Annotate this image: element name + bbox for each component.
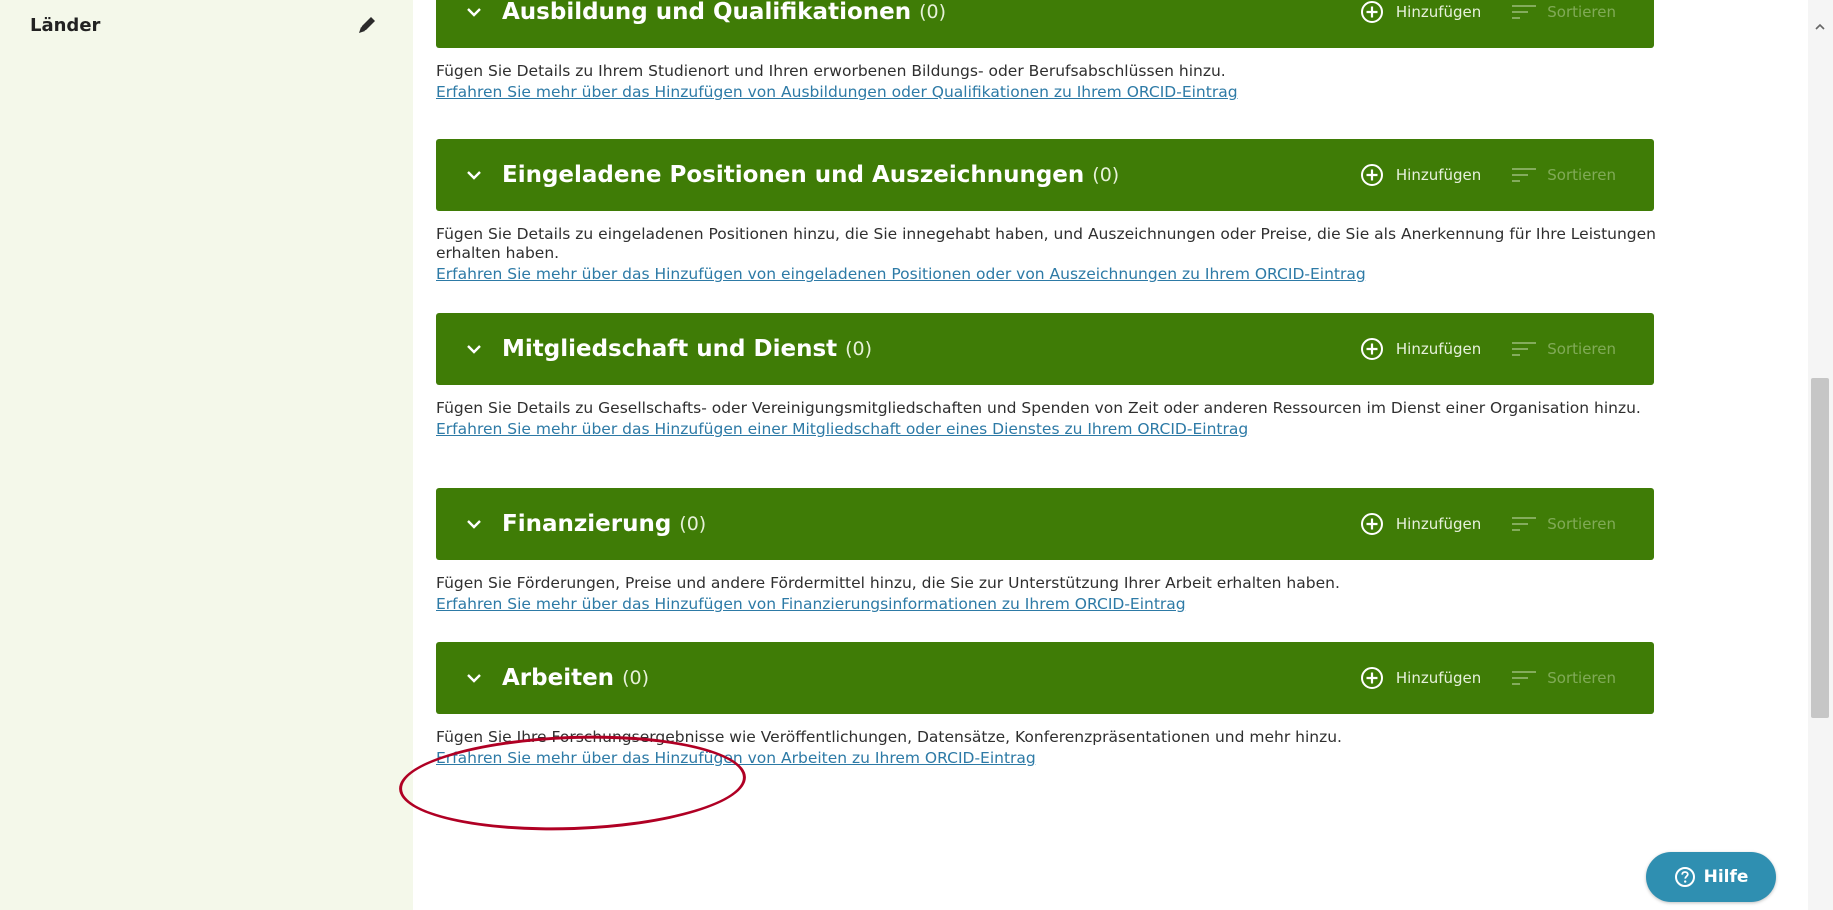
sort-button[interactable]: Sortieren [1511,515,1616,533]
section-count: (0) [1092,164,1120,186]
section-membership-service: Mitgliedschaft und Dienst (0) Hinzufügen… [436,313,1654,439]
section-count: (0) [679,513,707,535]
chevron-down-icon[interactable] [466,164,488,186]
section-count: (0) [622,667,649,689]
section-description: Fügen Sie Ihre Forschungsergebnisse wie … [436,728,1342,746]
plus-circle-icon [1360,667,1383,689]
section-invited-positions: Eingeladene Positionen und Auszeichnunge… [436,139,1656,284]
learn-more-link[interactable]: Erfahren Sie mehr über das Hinzufügen vo… [436,595,1186,614]
plus-circle-icon [1360,513,1383,535]
add-button[interactable]: Hinzufügen [1360,512,1481,536]
plus-circle-icon [1360,338,1383,360]
sort-label: Sortieren [1547,3,1616,21]
section-count: (0) [919,1,947,23]
section-header: Arbeiten (0) Hinzufügen Sortieren [436,642,1654,714]
section-description: Fügen Sie Details zu Gesellschafts- oder… [436,399,1641,417]
plus-circle-icon [1360,1,1383,23]
plus-circle-icon [1360,164,1383,186]
section-header: Ausbildung und Qualifikationen (0) Hinzu… [436,0,1654,48]
sort-icon [1512,168,1537,182]
sort-button[interactable]: Sortieren [1511,340,1616,358]
add-label: Hinzufügen [1395,340,1482,358]
learn-more-link[interactable]: Erfahren Sie mehr über das Hinzufügen vo… [436,83,1238,102]
add-label: Hinzufügen [1395,669,1482,687]
chevron-down-icon[interactable] [466,1,488,23]
scroll-up-arrow-icon[interactable] [1814,18,1826,30]
chevron-down-icon[interactable] [466,513,488,535]
section-description: Fügen Sie Details zu eingeladenen Positi… [436,225,1656,262]
add-button[interactable]: Hinzufügen [1360,0,1481,24]
section-title: Ausbildung und Qualifikationen [502,0,912,25]
section-title: Arbeiten [502,665,615,691]
sort-button[interactable]: Sortieren [1511,669,1616,687]
main-content: Ausbildung und Qualifikationen (0) Hinzu… [413,0,1793,910]
help-button[interactable]: Hilfe [1646,852,1776,902]
add-button[interactable]: Hinzufügen [1360,337,1481,361]
sort-icon [1512,5,1537,19]
section-count: (0) [845,338,873,360]
section-header: Finanzierung (0) Hinzufügen Sortieren [436,488,1654,560]
sort-button[interactable]: Sortieren [1511,3,1616,21]
chevron-down-icon[interactable] [466,667,488,689]
section-description: Fügen Sie Förderungen, Preise und andere… [436,574,1340,592]
section-header: Mitgliedschaft und Dienst (0) Hinzufügen… [436,313,1654,385]
add-button[interactable]: Hinzufügen [1360,163,1481,187]
sort-label: Sortieren [1547,669,1616,687]
sort-label: Sortieren [1547,166,1616,184]
learn-more-link[interactable]: Erfahren Sie mehr über das Hinzufügen vo… [436,749,1036,768]
chevron-down-icon[interactable] [466,338,488,360]
learn-more-link[interactable]: Erfahren Sie mehr über das Hinzufügen vo… [436,265,1366,284]
scrollbar-thumb[interactable] [1811,378,1829,718]
sort-label: Sortieren [1547,515,1616,533]
question-circle-icon [1674,867,1695,887]
section-education: Ausbildung und Qualifikationen (0) Hinzu… [436,0,1654,102]
sort-button[interactable]: Sortieren [1511,166,1616,184]
sort-icon [1512,517,1537,531]
learn-more-link[interactable]: Erfahren Sie mehr über das Hinzufügen ei… [436,420,1248,439]
help-label: Hilfe [1703,867,1749,887]
sidebar-item-countries: Länder [30,10,380,40]
section-title: Mitgliedschaft und Dienst [502,336,838,362]
add-button[interactable]: Hinzufügen [1360,666,1481,690]
add-label: Hinzufügen [1395,515,1482,533]
section-works: Arbeiten (0) Hinzufügen Sortieren Fügen … [436,642,1654,768]
sidebar-item-label: Länder [30,14,101,36]
add-label: Hinzufügen [1395,3,1482,21]
sidebar: Länder [0,0,413,910]
section-title: Eingeladene Positionen und Auszeichnunge… [502,162,1085,188]
vertical-scrollbar[interactable] [1808,0,1833,910]
section-funding: Finanzierung (0) Hinzufügen Sortieren Fü… [436,488,1654,614]
section-title: Finanzierung [502,511,672,537]
sort-label: Sortieren [1547,340,1616,358]
sort-icon [1512,342,1537,356]
section-description: Fügen Sie Details zu Ihrem Studienort un… [436,62,1226,80]
section-header: Eingeladene Positionen und Auszeichnunge… [436,139,1654,211]
edit-pencil-icon[interactable] [354,12,380,38]
sort-icon [1512,671,1537,685]
add-label: Hinzufügen [1395,166,1482,184]
